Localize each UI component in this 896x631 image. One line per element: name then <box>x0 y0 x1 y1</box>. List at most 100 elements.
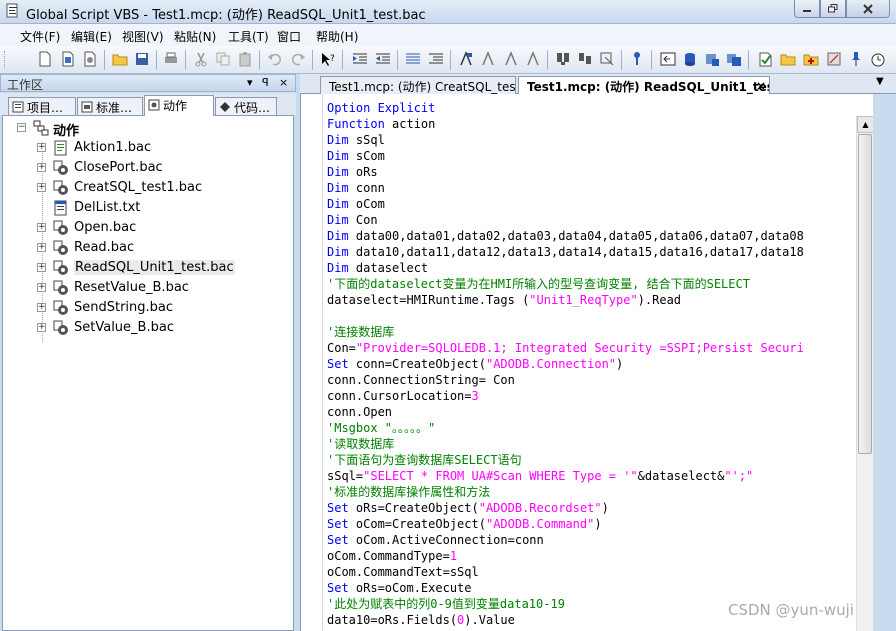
expand-icon[interactable]: + <box>37 163 46 172</box>
menu-edit[interactable]: 编辑(E) <box>71 28 112 45</box>
doc-tab-creatsql[interactable]: Test1.mcp: (动作) CreatSQL_test1.bac <box>320 76 516 94</box>
code-line[interactable]: Dim conn <box>327 180 857 196</box>
toolbar-grip[interactable] <box>4 51 7 69</box>
menu-file[interactable]: 文件(F) <box>20 28 60 45</box>
code-line[interactable]: Option Explicit <box>327 100 857 116</box>
workspace-close-icon[interactable]: × <box>279 76 288 89</box>
code-line[interactable]: oCom.CommandText=sSql <box>327 564 857 580</box>
tab-code[interactable]: 代码… <box>215 97 277 115</box>
graphics-icon[interactable] <box>726 51 742 67</box>
trigger-icon[interactable] <box>757 51 773 67</box>
maximize-button[interactable] <box>820 0 846 18</box>
workspace-dropdown-icon[interactable]: ▾ <box>247 76 253 89</box>
code-line[interactable]: Set oCom.ActiveConnection=conn <box>327 532 857 548</box>
indent-icon[interactable] <box>352 51 368 67</box>
copy-icon[interactable] <box>215 51 231 67</box>
save-icon[interactable] <box>134 51 150 67</box>
paste-icon[interactable] <box>237 51 253 67</box>
bookmark-clear-icon[interactable] <box>525 51 541 67</box>
code-line[interactable]: Dim sCom <box>327 148 857 164</box>
add-folder-icon[interactable] <box>803 51 819 67</box>
pin-icon[interactable] <box>848 51 864 67</box>
syntax-check-icon[interactable] <box>629 51 645 67</box>
code-line[interactable]: '读取数据库 <box>327 436 857 452</box>
print-icon[interactable] <box>163 51 179 67</box>
minimize-button[interactable] <box>794 0 820 18</box>
replace-icon[interactable] <box>577 51 593 67</box>
new-action-icon[interactable] <box>82 51 98 67</box>
code-line[interactable]: '下面的dataselect变量为在HMI所输入的型号查询变量, 结合下面的SE… <box>327 276 857 292</box>
menu-help[interactable]: 帮助(H) <box>316 28 358 45</box>
code-line[interactable]: Con="Provider=SQLOLEDB.1; Integrated Sec… <box>327 340 857 356</box>
close-button[interactable] <box>846 0 890 18</box>
expand-icon[interactable]: + <box>37 283 46 292</box>
tab-project[interactable]: 项目… <box>8 97 76 115</box>
code-line[interactable]: Set oRs=oCom.Execute <box>327 580 857 596</box>
open-folder-icon[interactable] <box>112 51 128 67</box>
comment-icon[interactable] <box>405 51 421 67</box>
menu-paste[interactable]: 粘贴(N) <box>174 28 216 45</box>
workspace-pin-icon[interactable]: ꟼ <box>262 76 269 89</box>
doc-tab-readsql[interactable]: Test1.mcp: (动作) ReadSQL_Unit1_test.bac × <box>518 76 770 95</box>
code-line[interactable]: oCom.CommandType=1 <box>327 548 857 564</box>
menu-view[interactable]: 视图(V) <box>122 28 164 45</box>
code-line[interactable]: Dim Con <box>327 212 857 228</box>
expand-icon[interactable]: + <box>37 263 46 272</box>
code-area[interactable]: Option Explicit Function action Dim sSql Di… <box>327 100 857 631</box>
expand-icon[interactable]: + <box>37 223 46 232</box>
code-line[interactable]: Dim data00,data01,data02,data03,data04,d… <box>327 228 857 244</box>
bookmark-prev-icon[interactable] <box>503 51 519 67</box>
tab-standard[interactable]: 标准… <box>77 97 143 115</box>
expand-icon[interactable]: + <box>37 323 46 332</box>
expand-icon[interactable]: + <box>37 143 46 152</box>
uncomment-icon[interactable] <box>428 51 444 67</box>
code-line[interactable]: sSql="SELECT * FROM UA#Scan WHERE Type =… <box>327 468 857 484</box>
code-line[interactable]: conn.Open <box>327 404 857 420</box>
code-line[interactable]: dataselect=HMIRuntime.Tags ("Unit1_ReqTy… <box>327 292 857 308</box>
code-line[interactable]: Dim oCom <box>327 196 857 212</box>
code-line[interactable]: Dim sSql <box>327 132 857 148</box>
code-line[interactable]: Dim data10,data11,data12,data13,data14,d… <box>327 244 857 260</box>
code-line[interactable]: conn.CursorLocation=3 <box>327 388 857 404</box>
menu-window[interactable]: 窗口 <box>277 28 301 45</box>
code-line[interactable]: '标准的数据库操作属性和方法 <box>327 484 857 500</box>
code-line[interactable]: 'Msgbox "。。。。。" <box>327 420 857 436</box>
expand-icon[interactable]: + <box>37 243 46 252</box>
collapse-icon[interactable]: − <box>17 123 26 132</box>
code-editor[interactable]: Option Explicit Function action Dim sSql Di… <box>300 94 894 631</box>
tab-actions[interactable]: 动作 <box>144 95 214 116</box>
code-line[interactable] <box>327 308 857 324</box>
scroll-thumb[interactable] <box>858 134 872 454</box>
new-file-icon[interactable] <box>37 51 53 67</box>
undo-icon[interactable] <box>267 51 283 67</box>
code-line[interactable]: Function action <box>327 116 857 132</box>
database-icon[interactable] <box>682 51 698 67</box>
redo-icon[interactable] <box>290 51 306 67</box>
vertical-scrollbar[interactable]: ▲ <box>856 116 874 631</box>
doc-tab-close-icon[interactable]: × <box>756 79 766 93</box>
scroll-up-icon[interactable]: ▲ <box>857 116 874 133</box>
new-project-icon[interactable] <box>60 51 76 67</box>
code-line[interactable]: conn.ConnectionString= Con <box>327 372 857 388</box>
tab-list-dropdown-icon[interactable]: ▼ <box>876 76 884 87</box>
expand-icon[interactable]: + <box>37 303 46 312</box>
bookmark-next-icon[interactable] <box>480 51 496 67</box>
help-pointer-icon[interactable]: ? <box>320 51 336 67</box>
code-line[interactable]: Set oCom=CreateObject("ADODB.Command") <box>327 516 857 532</box>
info-icon[interactable] <box>660 51 676 67</box>
folder-icon[interactable] <box>780 51 796 67</box>
cut-icon[interactable] <box>193 51 209 67</box>
timer-icon[interactable] <box>870 51 886 67</box>
goto-icon[interactable] <box>599 51 615 67</box>
properties-icon[interactable] <box>826 51 842 67</box>
find-icon[interactable] <box>555 51 571 67</box>
code-line[interactable]: '连接数据库 <box>327 324 857 340</box>
code-line[interactable]: Set conn=CreateObject("ADODB.Connection"… <box>327 356 857 372</box>
outdent-icon[interactable] <box>375 51 391 67</box>
menu-tools[interactable]: 工具(T) <box>228 28 269 45</box>
code-line[interactable]: '下面语句为查询数据库SELECT语句 <box>327 452 857 468</box>
code-line[interactable]: Set oRs=CreateObject("ADODB.Recordset") <box>327 500 857 516</box>
code-line[interactable]: Dim dataselect <box>327 260 857 276</box>
bookmark-toggle-icon[interactable] <box>458 51 474 67</box>
code-line[interactable]: Dim oRs <box>327 164 857 180</box>
